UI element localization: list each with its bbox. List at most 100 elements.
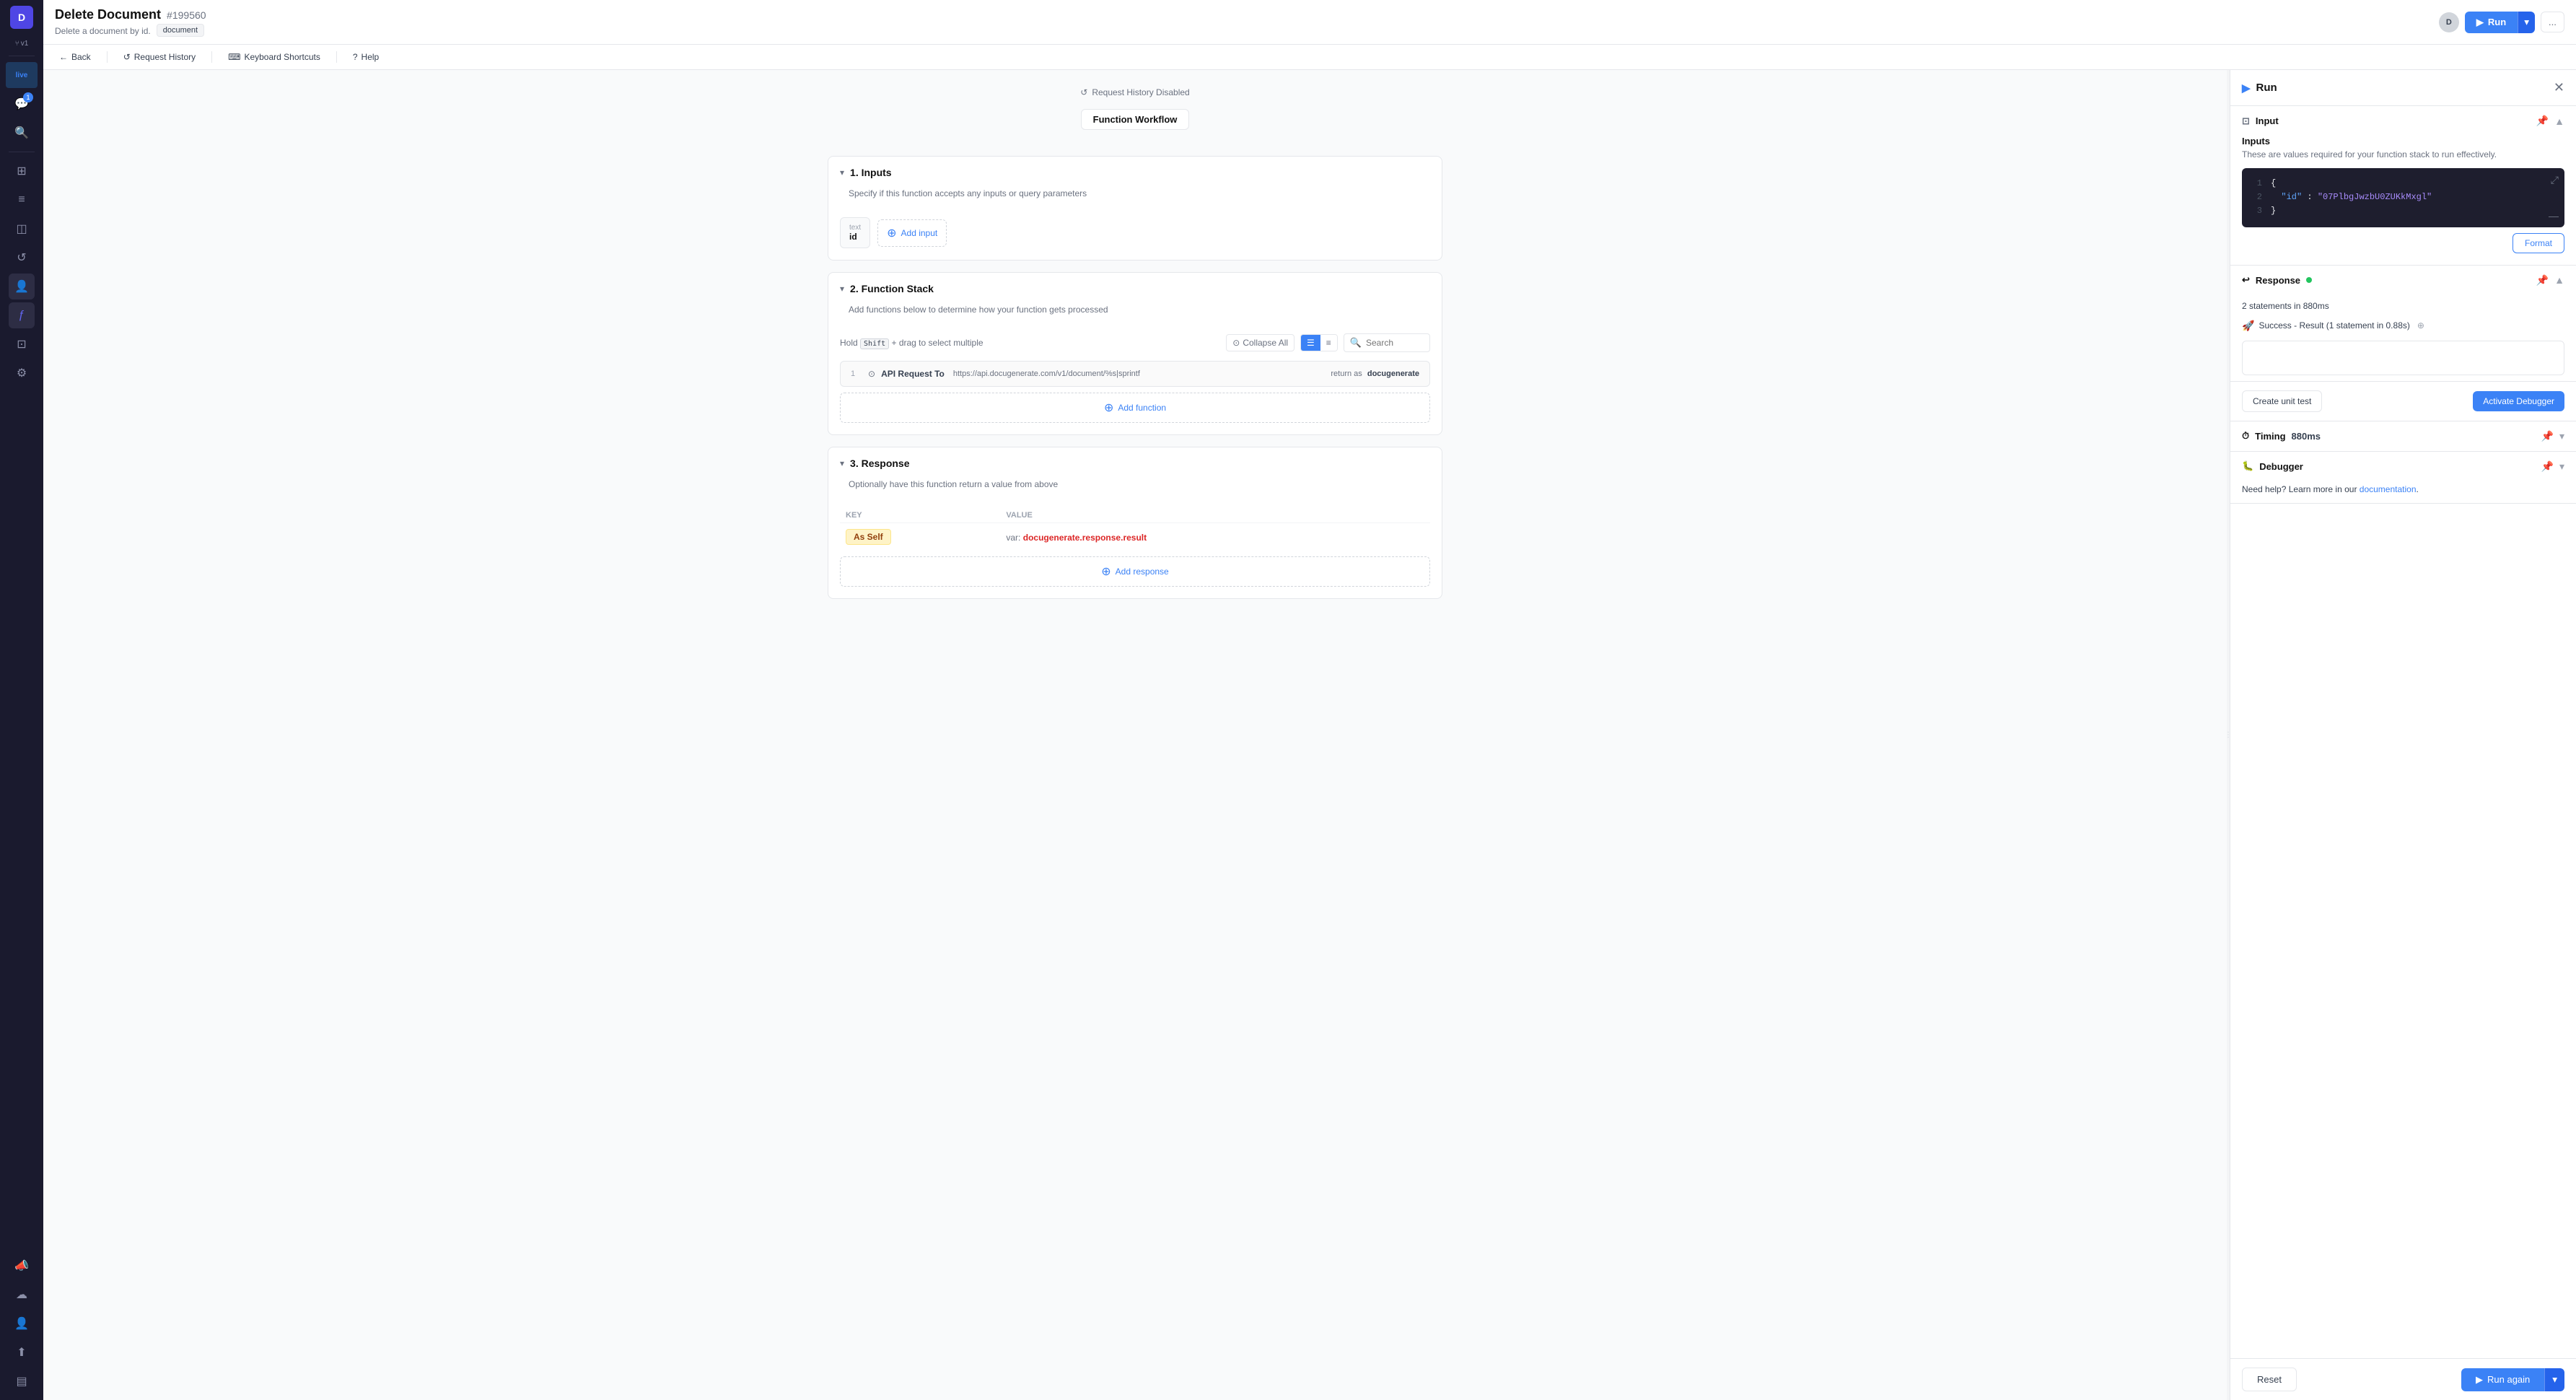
request-history-button[interactable]: ↺ Request History bbox=[119, 49, 200, 65]
list-view-button[interactable]: ≡ bbox=[1320, 335, 1337, 351]
play-icon: ▶ bbox=[2476, 17, 2484, 28]
function-stack-header[interactable]: ▾ 2. Function Stack bbox=[828, 273, 1442, 305]
function-row[interactable]: 1 ⊙ API Request To https://api.docugener… bbox=[840, 361, 1430, 387]
notification-badge: 1 bbox=[23, 92, 33, 102]
input-panel-section: ⊡ Input 📌 ▲ Inputs These are values requ… bbox=[2230, 106, 2576, 266]
response-panel-icon: ↩ bbox=[2242, 274, 2250, 286]
sidebar-item-layers[interactable]: ◫ bbox=[9, 216, 35, 242]
timing-pin-button[interactable]: 📌 bbox=[2541, 430, 2554, 442]
reset-button[interactable]: Reset bbox=[2242, 1368, 2297, 1391]
notice-icon: ↺ bbox=[1080, 87, 1087, 97]
collapse-all-button[interactable]: ⊙ Collapse All bbox=[1226, 334, 1294, 351]
main-content: Delete Document #199560 Delete a documen… bbox=[43, 0, 2576, 1400]
inputs-section-title: 1. Inputs bbox=[850, 167, 892, 178]
pin-button[interactable]: 📌 bbox=[2536, 115, 2549, 127]
response-section-header[interactable]: ▾ 3. Response bbox=[828, 447, 1442, 479]
sidebar-item-search[interactable]: 🔍 bbox=[9, 120, 35, 146]
run-again-group: ▶ Run again ▾ bbox=[2461, 1368, 2564, 1391]
run-button[interactable]: ▶ Run bbox=[2465, 12, 2518, 33]
debugger-collapse-button[interactable]: ▾ bbox=[2559, 460, 2564, 473]
response-section: ▾ 3. Response Optionally have this funct… bbox=[828, 447, 1442, 599]
response-panel-header[interactable]: ↩ Response 📌 ▲ bbox=[2230, 266, 2576, 295]
code-key: "id" bbox=[2281, 192, 2302, 202]
close-button[interactable]: ✕ bbox=[2554, 80, 2564, 95]
avatar: D bbox=[10, 6, 33, 29]
create-unit-test-button[interactable]: Create unit test bbox=[2242, 390, 2322, 412]
back-button[interactable]: ← Back bbox=[55, 49, 95, 65]
sidebar-item-users[interactable]: 👤 bbox=[9, 274, 35, 299]
timing-label: Timing bbox=[2255, 431, 2285, 442]
format-button[interactable]: Format bbox=[2513, 233, 2564, 253]
more-options-button[interactable]: ... bbox=[2541, 12, 2564, 32]
page-title: Delete Document bbox=[55, 7, 161, 22]
run-again-button[interactable]: ▶ Run again bbox=[2461, 1368, 2544, 1391]
add-function-button[interactable]: ⊕ Add function bbox=[840, 393, 1430, 423]
response-pin-button[interactable]: 📌 bbox=[2536, 274, 2549, 286]
response-section-desc: Optionally have this function return a v… bbox=[828, 479, 1442, 499]
sidebar-item-announcements[interactable]: 📣 bbox=[9, 1253, 35, 1279]
grid-view-button[interactable]: ☰ bbox=[1301, 335, 1320, 351]
add-input-button[interactable]: ⊕ Add input bbox=[877, 219, 947, 247]
run-dropdown-button[interactable]: ▾ bbox=[2518, 12, 2535, 33]
run-again-dropdown-button[interactable]: ▾ bbox=[2544, 1368, 2564, 1391]
value-header: VALUE bbox=[1000, 508, 1430, 523]
timing-header[interactable]: ⏱ Timing 880ms 📌 ▾ bbox=[2230, 421, 2576, 451]
copy-icon[interactable]: ⊕ bbox=[2417, 320, 2424, 331]
run-panel-body: ⊡ Input 📌 ▲ Inputs These are values requ… bbox=[2230, 106, 2576, 1358]
sidebar-item-profile[interactable]: 👤 bbox=[9, 1311, 35, 1336]
user-icon: 👤 bbox=[14, 279, 29, 294]
sidebar-item-packages[interactable]: ⊡ bbox=[9, 331, 35, 357]
documentation-link[interactable]: documentation bbox=[2360, 484, 2417, 494]
debugger-pin-button[interactable]: 📌 bbox=[2541, 460, 2554, 473]
add-function-icon: ⊕ bbox=[1104, 401, 1113, 415]
content-area: ↺ Request History Disabled Function Work… bbox=[43, 70, 2576, 1400]
sidebar-item-settings[interactable]: ⚙ bbox=[9, 360, 35, 386]
header: Delete Document #199560 Delete a documen… bbox=[43, 0, 2576, 45]
sidebar-item-integrations[interactable]: ☁ bbox=[9, 1282, 35, 1308]
key-chip: As Self bbox=[846, 529, 891, 545]
back-icon: ← bbox=[59, 52, 68, 62]
sidebar-item-live[interactable]: live bbox=[6, 62, 38, 88]
debugger-icon: 🐛 bbox=[2242, 460, 2253, 472]
code-value: "07PlbgJwzbU0ZUKkMxgl" bbox=[2318, 192, 2432, 202]
sidebar-item-func-editor[interactable]: ƒ bbox=[9, 302, 35, 328]
timing-collapse-button[interactable]: ▾ bbox=[2559, 430, 2564, 442]
expand-code-button[interactable]: ⤢ bbox=[2551, 174, 2559, 186]
help-button[interactable]: ? Help bbox=[349, 49, 383, 65]
chevron-down-icon: ▾ bbox=[2524, 17, 2529, 27]
history-icon: ↺ bbox=[17, 250, 26, 265]
inputs-heading: Inputs bbox=[2242, 136, 2564, 146]
debugger-panel-section: 🐛 Debugger 📌 ▾ Need help? Learn more in … bbox=[2230, 452, 2576, 504]
response-collapse-button[interactable]: ▲ bbox=[2554, 274, 2564, 286]
response-meta: 2 statements in 880ms bbox=[2230, 295, 2576, 317]
function-url: https://api.docugenerate.com/v1/document… bbox=[953, 369, 1140, 378]
view-toggle: ☰ ≡ bbox=[1300, 334, 1338, 351]
inputs-section-header[interactable]: ▾ 1. Inputs bbox=[828, 157, 1442, 188]
version-badge[interactable]: ⑂v1 bbox=[11, 38, 33, 50]
announce-icon: 📣 bbox=[14, 1259, 29, 1273]
activate-debugger-button[interactable]: Activate Debugger bbox=[2473, 391, 2564, 411]
input-collapse-button[interactable]: ▲ bbox=[2554, 115, 2564, 127]
sidebar-item-upload[interactable]: ⬆ bbox=[9, 1339, 35, 1365]
id-input-chip: text id bbox=[840, 217, 870, 248]
keyboard-shortcuts-button[interactable]: ⌨ Keyboard Shortcuts bbox=[224, 49, 325, 65]
history-icon: ↺ bbox=[123, 52, 131, 62]
function-label: API Request To bbox=[881, 369, 945, 379]
minimize-code-button[interactable]: — bbox=[2549, 210, 2559, 222]
rocket-icon: 🚀 bbox=[2242, 320, 2254, 332]
sidebar-item-sidebar-toggle[interactable]: ▤ bbox=[9, 1368, 35, 1394]
timing-value: 880ms bbox=[2292, 431, 2321, 442]
shift-key: Shift bbox=[860, 338, 889, 349]
sidebar-item-dashboard[interactable]: ⊞ bbox=[9, 158, 35, 184]
debugger-header[interactable]: 🐛 Debugger 📌 ▾ bbox=[2230, 452, 2576, 481]
function-stack-section: ▾ 2. Function Stack Add functions below … bbox=[828, 272, 1442, 435]
input-icon: ⊡ bbox=[2242, 115, 2250, 127]
search-input[interactable] bbox=[1366, 338, 1424, 348]
sidebar-item-functions[interactable]: ≡ bbox=[9, 187, 35, 213]
input-section-header[interactable]: ⊡ Input 📌 ▲ bbox=[2230, 106, 2576, 136]
function-return: return as docugenerate bbox=[1331, 369, 1419, 378]
workflow-notice: ↺ Request History Disabled bbox=[828, 87, 1442, 97]
sidebar-item-history[interactable]: ↺ bbox=[9, 245, 35, 271]
sidebar-item-notification[interactable]: 💬 1 bbox=[9, 91, 35, 117]
add-response-button[interactable]: ⊕ Add response bbox=[840, 556, 1430, 587]
